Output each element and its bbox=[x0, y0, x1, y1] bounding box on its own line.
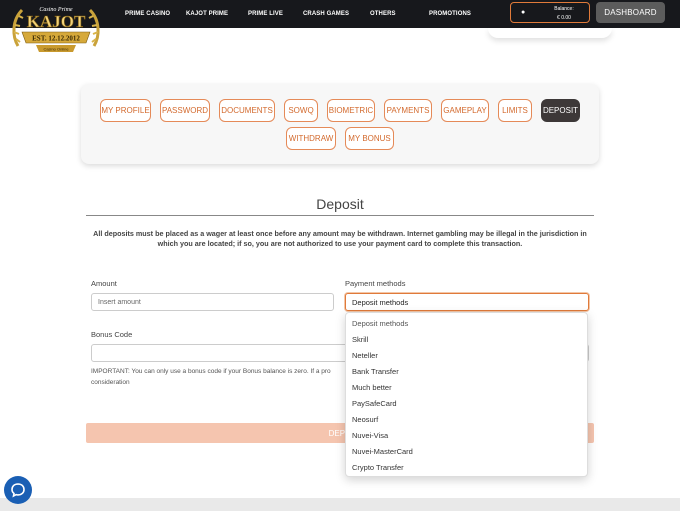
header-shadow-decoration bbox=[488, 28, 612, 38]
nav-prime-live[interactable]: PRIME LIVE bbox=[248, 11, 283, 17]
tab-limits[interactable]: LIMITS bbox=[498, 99, 532, 122]
page-title: Deposit bbox=[316, 196, 364, 212]
profile-tabs-card bbox=[81, 84, 599, 164]
tab-payments[interactable]: PAYMENTS bbox=[384, 99, 432, 122]
eye-icon[interactable]: ● bbox=[521, 9, 525, 16]
nav-kajot-prime[interactable]: KAJOT PRIME bbox=[186, 11, 228, 17]
logo-est: EST. 12.12.2012 bbox=[32, 35, 80, 43]
payment-methods-label: Payment methods bbox=[345, 279, 406, 288]
option-nuvei-visa[interactable]: Nuvei-Visa bbox=[352, 431, 388, 440]
option-deposit-methods[interactable]: Deposit methods bbox=[352, 319, 408, 328]
nav-promotions[interactable]: PROMOTIONS bbox=[429, 11, 471, 17]
bonus-code-input[interactable] bbox=[91, 344, 351, 362]
tab-biometric[interactable]: BIOMETRIC bbox=[327, 99, 375, 122]
option-bank-transfer[interactable]: Bank Transfer bbox=[352, 367, 399, 376]
nav-prime-casino[interactable]: PRIME CASINO bbox=[125, 11, 170, 17]
amount-input[interactable]: Insert amount bbox=[91, 293, 334, 311]
kajot-logo[interactable]: Casino Prime KAJOT EST. 12.12.2012 Casin… bbox=[10, 2, 102, 57]
tab-withdraw[interactable]: WITHDRAW bbox=[286, 127, 336, 150]
nav-crash-games[interactable]: CRASH GAMES bbox=[303, 11, 349, 17]
tab-gameplay[interactable]: GAMEPLAY bbox=[441, 99, 489, 122]
tab-sowq[interactable]: SOWQ bbox=[284, 99, 318, 122]
payment-methods-select[interactable]: Deposit methods bbox=[345, 293, 589, 311]
chat-icon bbox=[11, 483, 25, 498]
tab-documents[interactable]: DOCUMENTS bbox=[219, 99, 275, 122]
chat-button[interactable] bbox=[4, 476, 32, 504]
tab-deposit[interactable]: DEPOSIT bbox=[541, 99, 580, 122]
option-paysafecard[interactable]: PaySafeCard bbox=[352, 399, 397, 408]
dashboard-button[interactable]: DASHBOARD bbox=[596, 2, 665, 23]
option-neteller[interactable]: Neteller bbox=[352, 351, 378, 360]
payment-methods-dropdown: Deposit methods Skrill Neteller Bank Tra… bbox=[345, 312, 588, 477]
balance-box[interactable]: ● Balance: € 0.00 bbox=[510, 2, 590, 23]
amount-label: Amount bbox=[91, 279, 117, 288]
option-crypto-transfer[interactable]: Crypto Transfer bbox=[352, 463, 404, 472]
logo-ribbon: Casino Online bbox=[43, 47, 69, 52]
bonus-code-label: Bonus Code bbox=[91, 330, 133, 339]
footer-strip bbox=[0, 498, 680, 511]
balance-label: Balance: bbox=[554, 6, 574, 12]
option-nuvei-mastercard[interactable]: Nuvei-MasterCard bbox=[352, 447, 413, 456]
option-much-better[interactable]: Much better bbox=[352, 383, 392, 392]
nav-others[interactable]: OTHERS bbox=[370, 11, 396, 17]
logo-brand: KAJOT bbox=[27, 12, 86, 31]
tab-my-bonus[interactable]: MY BONUS bbox=[345, 127, 394, 150]
tab-password[interactable]: PASSWORD bbox=[160, 99, 210, 122]
title-divider bbox=[86, 215, 594, 216]
option-neosurf[interactable]: Neosurf bbox=[352, 415, 378, 424]
deposit-notice: All deposits must be placed as a wager a… bbox=[93, 229, 587, 248]
balance-value: € 0.00 bbox=[557, 15, 571, 21]
option-skrill[interactable]: Skrill bbox=[352, 335, 368, 344]
tab-my-profile[interactable]: MY PROFILE bbox=[100, 99, 151, 122]
